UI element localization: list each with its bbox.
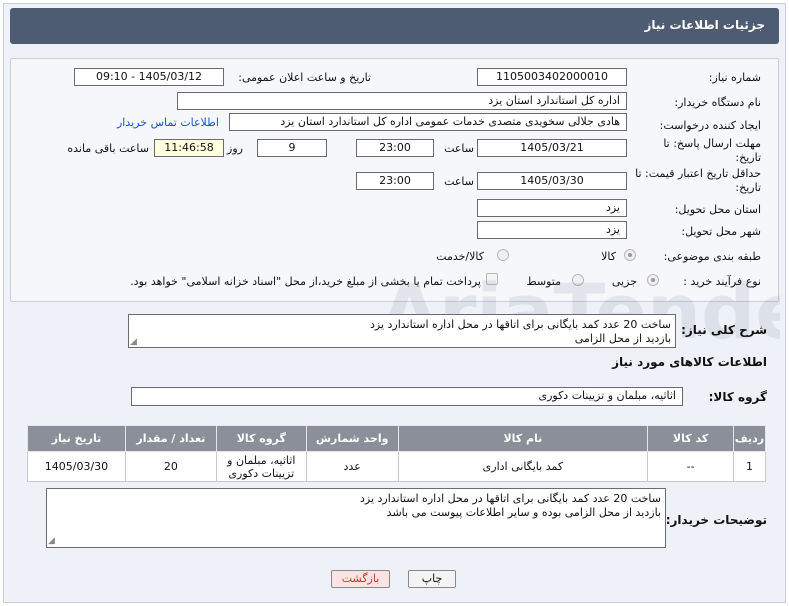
cell-row-number: 1 xyxy=(733,451,766,482)
reply-deadline-label: مهلت ارسال پاسخ: تا تاریخ: xyxy=(663,137,761,164)
need-number-field: 1105003402000010 xyxy=(477,68,627,86)
reply-time-label: ساعت xyxy=(444,142,474,155)
city-label: شهر محل تحویل: xyxy=(681,225,761,238)
print-button[interactable]: چاپ xyxy=(408,570,456,588)
remaining-time-field: 11:46:58 xyxy=(154,139,224,157)
price-time-field: 23:00 xyxy=(356,172,434,190)
page-title: جزئیات اطلاعات نیاز xyxy=(644,18,765,32)
col-header-unit: واحد شمارش xyxy=(305,425,399,452)
page-header: جزئیات اطلاعات نیاز xyxy=(10,8,779,44)
process-medium-label: متوسط xyxy=(526,275,561,288)
cell-date: 1405/03/30 xyxy=(27,451,126,482)
resize-grip-icon: ◢ xyxy=(48,536,55,546)
requester-label: ایجاد کننده درخواست: xyxy=(659,119,761,132)
col-header-quantity: تعداد / مقدار xyxy=(124,425,217,452)
category-goods-service-label: کالا/خدمت xyxy=(436,250,484,263)
price-time-label: ساعت xyxy=(444,175,474,188)
table-row: 1 -- کمد بایگانی اداری عدد اثاثیه، مبلما… xyxy=(27,451,766,482)
province-label: استان محل تحویل: xyxy=(674,203,761,216)
buyer-org-label: نام دستگاه خریدار: xyxy=(674,96,761,109)
back-button[interactable]: بازگشت xyxy=(331,570,390,588)
col-header-name: نام کالا xyxy=(397,425,649,452)
col-header-date: تاریخ نیاز xyxy=(27,425,126,452)
reply-date-field: 1405/03/21 xyxy=(477,139,627,157)
col-header-code: کد کالا xyxy=(647,425,735,452)
buyer-org-field: اداره کل استاندارد استان یزد xyxy=(177,92,627,110)
category-goods-service-radio[interactable] xyxy=(497,249,509,261)
reply-time-field: 23:00 xyxy=(356,139,434,157)
process-minor-label: جزیی xyxy=(611,275,637,288)
cell-unit: عدد xyxy=(305,451,399,482)
requester-field: هادی جلالی سخویدی متصدی خدمات عمومی ادار… xyxy=(229,113,627,131)
category-goods-radio[interactable] xyxy=(624,249,636,261)
goods-group-label: گروه کالا: xyxy=(708,390,767,404)
goods-section-title: اطلاعات کالاهای مورد نیاز xyxy=(612,355,767,369)
days-field: 9 xyxy=(257,139,327,157)
announce-label: تاریخ و ساعت اعلان عمومی: xyxy=(238,71,371,84)
cell-quantity: 20 xyxy=(124,451,217,482)
cell-name: کمد بایگانی اداری xyxy=(397,451,649,482)
buyer-notes-textarea[interactable]: ساخت 20 عدد کمد بایگانی برای اتاقها در م… xyxy=(46,488,666,548)
cell-group: اثاثیه، مبلمان و تزیینات دکوری xyxy=(215,451,307,482)
process-minor-radio[interactable] xyxy=(647,274,659,286)
price-date-field: 1405/03/30 xyxy=(477,172,627,190)
col-header-row: ردیف xyxy=(733,425,766,452)
goods-group-field: اثاثیه، مبلمان و تزیینات دکوری xyxy=(131,387,683,406)
col-header-group: گروه کالا xyxy=(215,425,307,452)
province-field: یزد xyxy=(477,199,627,217)
summary-label: شرح کلی نیاز: xyxy=(681,323,767,337)
remaining-label: ساعت باقی مانده xyxy=(67,142,149,155)
summary-textarea[interactable]: ساخت 20 عدد کمد بایگانی برای اتاقها در م… xyxy=(128,314,676,348)
table-header-row: ردیف کد کالا نام کالا واحد شمارش گروه کا… xyxy=(27,425,766,452)
category-goods-label: کالا xyxy=(601,250,616,263)
city-field: یزد xyxy=(477,221,627,239)
resize-grip-icon: ◢ xyxy=(130,337,137,347)
goods-table: ردیف کد کالا نام کالا واحد شمارش گروه کا… xyxy=(27,425,766,482)
process-medium-radio[interactable] xyxy=(572,274,584,286)
category-label: طبقه بندی موضوعی: xyxy=(663,250,761,263)
cell-code: -- xyxy=(647,451,735,482)
treasury-payment-checkbox[interactable] xyxy=(486,273,498,285)
announce-field: 1405/03/12 - 09:10 xyxy=(74,68,224,86)
process-label: نوع فرآیند خرید : xyxy=(683,275,761,288)
buyer-notes-label: توضیحات خریدار: xyxy=(665,513,767,527)
need-number-label: شماره نیاز: xyxy=(708,71,761,84)
price-validity-label: حداقل تاریخ اعتبار قیمت: تا تاریخ: xyxy=(635,167,761,194)
contact-buyer-link[interactable]: اطلاعات تماس خریدار xyxy=(117,116,219,129)
treasury-payment-note: پرداخت تمام یا بخشی از مبلغ خرید،از محل … xyxy=(130,275,481,288)
